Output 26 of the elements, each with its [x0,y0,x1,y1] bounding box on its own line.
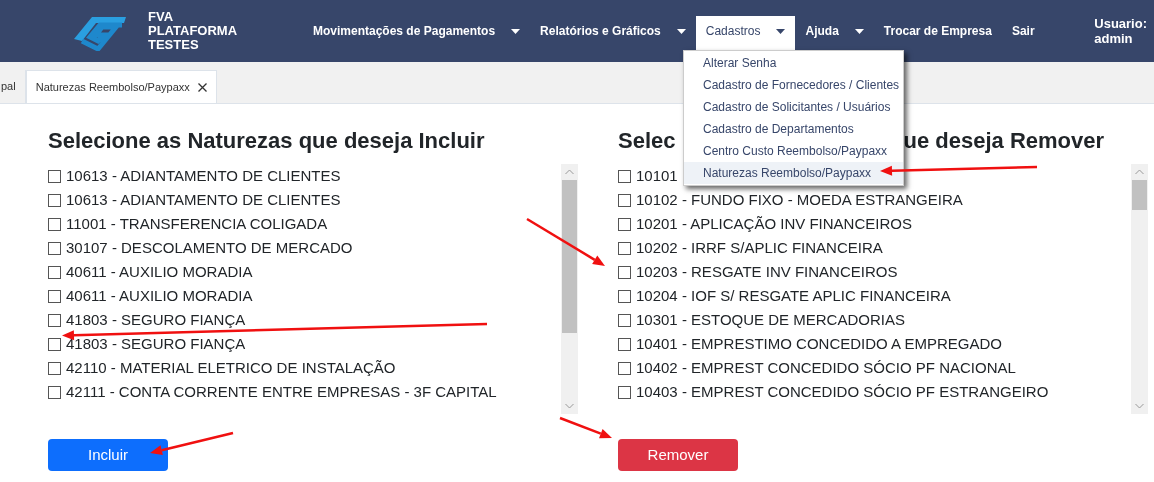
panel-heading: ue deseja Remover [903,127,1105,155]
list-item-label: 10402 - EMPREST CONCEDIDO SÓCIO PF NACIONAL [636,357,1016,378]
list-item-label: 42111 - CONTA CORRENTE ENTRE EMPRESAS - 3F CAPITAL [66,381,497,402]
list-item-label: 10202 - IRRF S/APLIC FINANCEIRA [636,237,883,258]
list-item-label: 30107 - DESCOLAMENTO DE MERCADO [66,237,353,258]
list-item-label: 10613 - ADIANTAMENTO DE CLIENTES [66,189,341,210]
panel-heading: Selec [618,127,676,155]
list-item-label: 10403 - EMPREST CONCEDIDO SÓCIO PF ESTRANGEIRO [636,381,1049,402]
list-item-label: 41803 - SEGURO FIANÇA [66,309,246,330]
list-item-label: 40611 - AUXILIO MORADIA [66,261,253,282]
tab-label: pal [1,79,16,95]
tab-label: Naturezas Reembolso/Paypaxx [35,79,190,95]
list-item-label: 11001 - TRANSFERENCIA COLIGADA [66,213,328,234]
list-item-label: 10203 - RESGATE INV FINANCEIROS [636,261,898,282]
list-item-label: 10301 - ESTOQUE DE MERCADORIAS [636,309,905,330]
list-item-label: 10101 [636,165,678,186]
list-item-label: 10201 - APLICAÇÃO INV FINANCEIROS [636,213,912,234]
list-item-label: 10102 - FUNDO FIXO - MOEDA ESTRANGEIRA [636,189,963,210]
list-item-label: 10204 - IOF S/ RESGATE APLIC FINANCEIRA [636,285,951,306]
list-item-label: 42110 - MATERIAL ELETRICO DE INSTALAÇÃO [66,357,396,378]
list-item-label: 41803 - SEGURO FIANÇA [66,333,246,354]
user-info: Usuario: admin [1094,16,1147,46]
list-item-label: 40611 - AUXILIO MORADIA [66,285,253,306]
panel-heading: Selecione as Naturezas que deseja Incluir [48,127,485,155]
list-item-label: 10613 - ADIANTAMENTO DE CLIENTES [66,165,341,186]
list-item-label: 10401 - EMPRESTIMO CONCEDIDO A EMPREGADO [636,333,1002,354]
